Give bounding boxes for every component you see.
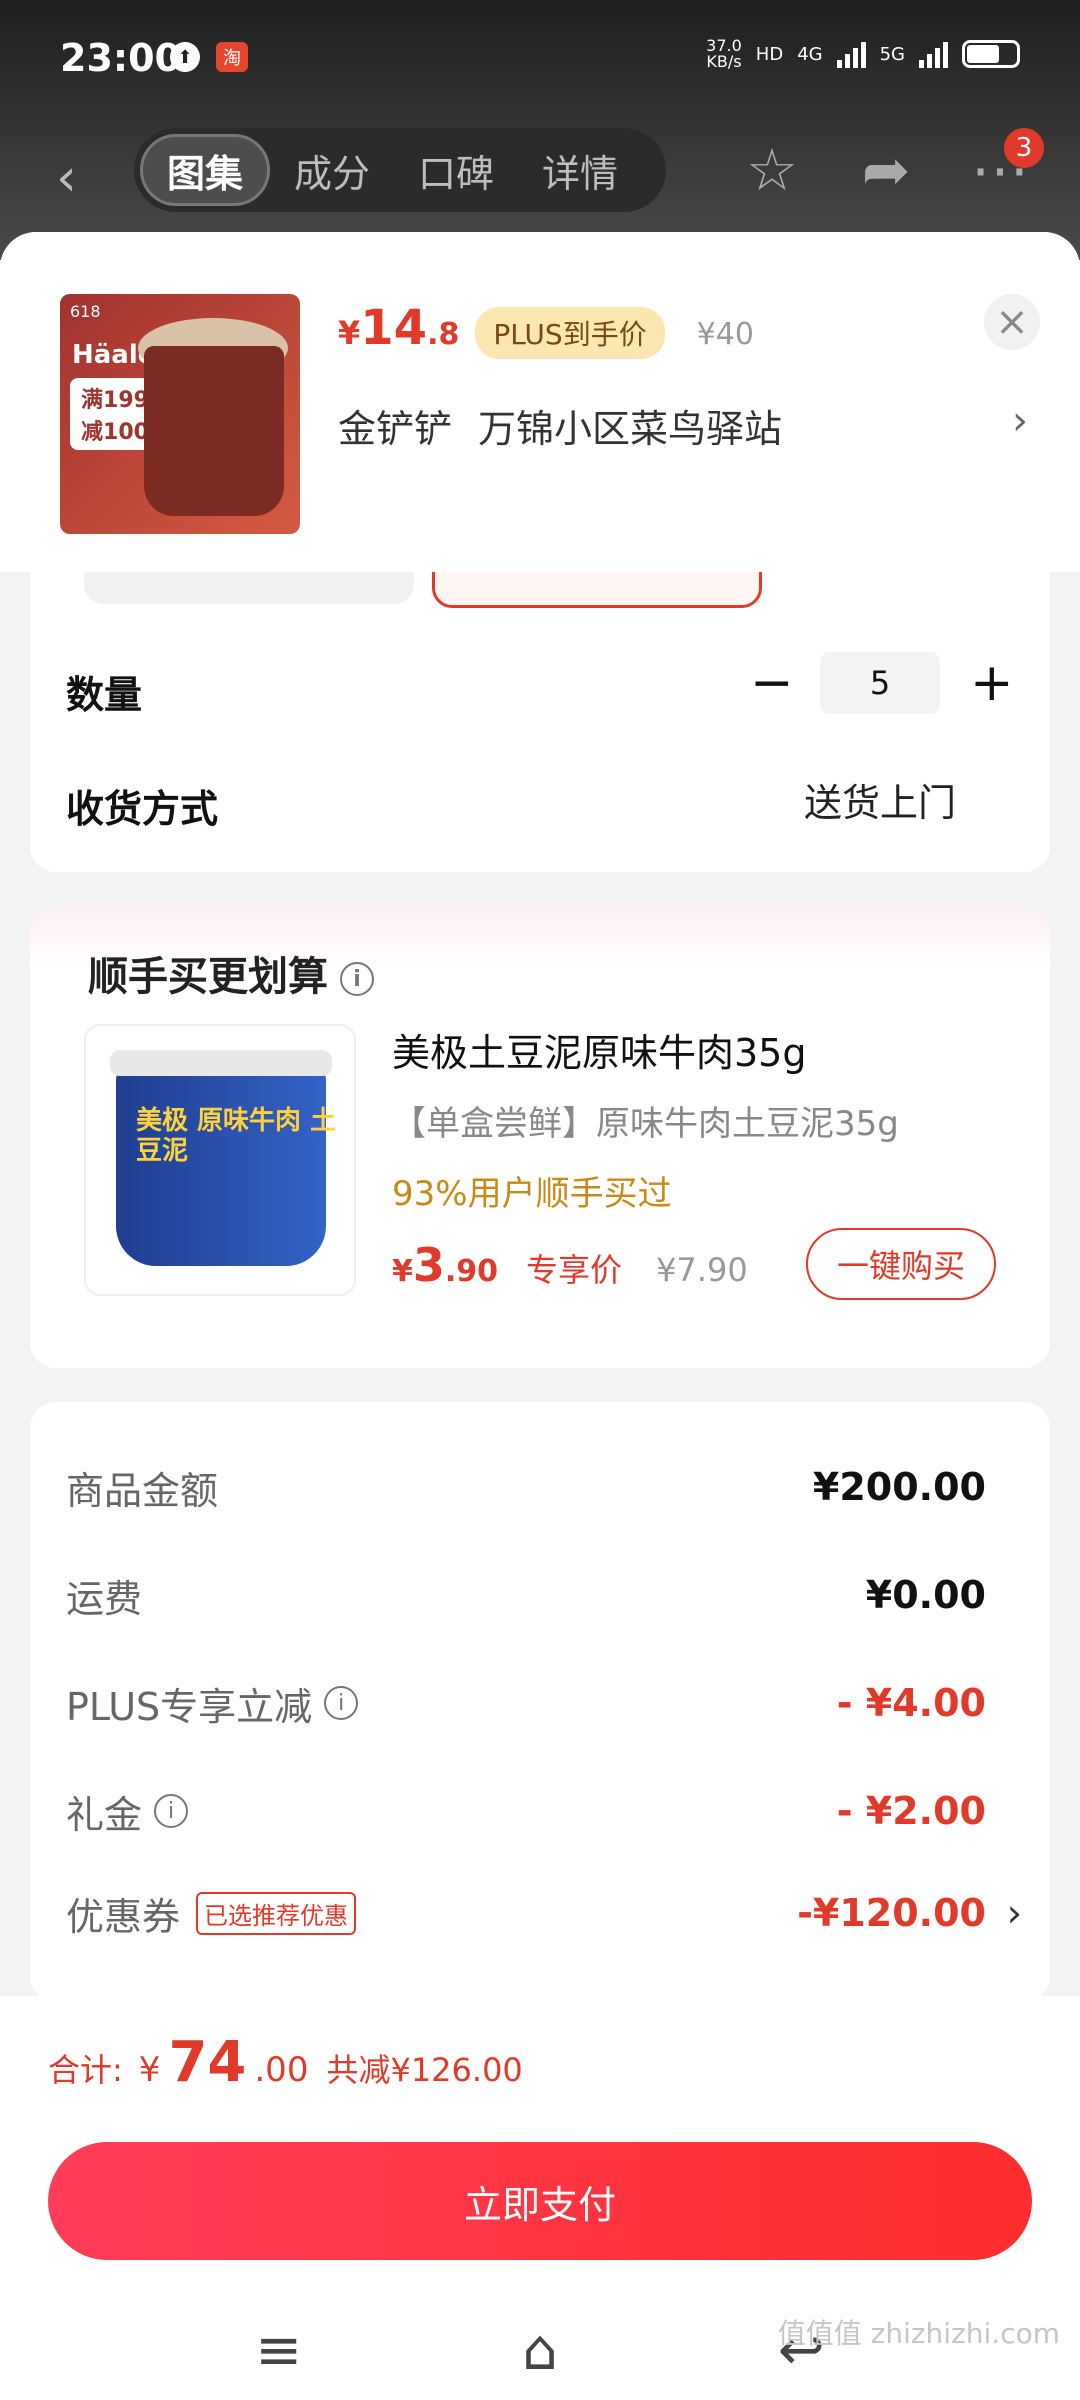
- upload-icon: ⬆: [170, 42, 200, 72]
- hd-icon: HD: [755, 43, 784, 65]
- addon-card: 顺手买更划算 i 美极 原味牛肉 土豆泥 美极土豆泥原味牛肉35g 【单盒尝鲜】原…: [30, 908, 1050, 1368]
- product-cup: [110, 1050, 332, 1266]
- chevron-right-icon[interactable]: ›: [1007, 1891, 1022, 1935]
- total-saved: 共减¥126.00: [326, 2051, 523, 2089]
- addon-rate: 93%用户顺手买过: [392, 1174, 672, 1214]
- coupon-tag: 已选推荐优惠: [196, 1891, 357, 1935]
- menu-icon[interactable]: ≡: [255, 2318, 302, 2383]
- minus-button[interactable]: −: [750, 653, 794, 713]
- system-nav-bar: ≡ ⌂ ↩: [0, 2300, 1080, 2400]
- watermark: 值值值 zhizhizhi.com: [777, 2317, 1060, 2350]
- summary-row-gift: 礼金 i - ¥2.00: [66, 1789, 986, 1837]
- tab-gallery[interactable]: 图集: [140, 134, 271, 206]
- taobao-app-icon: 淘: [216, 42, 248, 72]
- tab-bar: 图集 成分 口碑 详情: [134, 128, 666, 212]
- addon-subtitle: 【单盒尝鲜】原味牛肉土豆泥35g: [392, 1104, 899, 1144]
- plus-price-tag: PLUS到手价: [475, 307, 665, 359]
- quantity-label: 数量: [66, 673, 143, 717]
- product-header: 618 Häalo 满199 减100 ¥14.8 PLUS到手价 ¥40 × …: [0, 232, 1080, 572]
- pay-now-button[interactable]: 立即支付: [48, 2142, 1032, 2260]
- nav-actions: ☆ ➦ ⋯: [740, 136, 1032, 204]
- summary-row-plus: PLUS专享立减 i - ¥4.00: [66, 1681, 986, 1729]
- summary-row-subtotal: 商品金额 ¥200.00: [66, 1465, 986, 1513]
- quantity-stepper: − 5 +: [750, 652, 1014, 714]
- delivery-method[interactable]: 送货上门: [804, 772, 956, 827]
- current-price: ¥14.8: [338, 300, 460, 356]
- quantity-input[interactable]: 5: [820, 652, 940, 714]
- addon-image[interactable]: 美极 原味牛肉 土豆泥: [84, 1024, 356, 1296]
- status-bar: 23:00 ⬆ 淘 37.0 KB/s HD 4G 5G: [0, 0, 1080, 120]
- options-card: 数量 − 5 + 收货方式 送货上门: [30, 572, 1050, 872]
- info-icon[interactable]: i: [154, 1794, 189, 1828]
- order-summary: 商品金额 ¥200.00 运费 ¥0.00 PLUS专享立减 i - ¥4.00 …: [30, 1402, 1050, 2002]
- share-icon[interactable]: ➦: [854, 136, 918, 204]
- chevron-right-icon[interactable]: ›: [1012, 398, 1028, 444]
- total-row: 合计: ¥74.00 共减¥126.00: [48, 2030, 523, 2095]
- tab-reviews[interactable]: 口碑: [394, 134, 518, 206]
- one-click-buy-button[interactable]: 一键购买: [806, 1228, 996, 1300]
- close-icon[interactable]: ×: [984, 294, 1040, 350]
- delivery-address: 万锦小区菜鸟驿站: [478, 407, 783, 451]
- spec-option[interactable]: [84, 572, 414, 604]
- addon-title: 顺手买更划算 i: [88, 944, 374, 1002]
- network-speed: 37.0 KB/s: [706, 36, 742, 71]
- network-4g: 4G: [797, 43, 823, 65]
- home-icon[interactable]: ⌂: [522, 2318, 558, 2383]
- summary-row-coupon[interactable]: 优惠券 已选推荐优惠 -¥120.00 ›: [66, 1878, 1022, 1948]
- signal-icon-2: [919, 40, 948, 68]
- addon-name[interactable]: 美极土豆泥原味牛肉35g: [392, 1022, 806, 1077]
- info-icon[interactable]: i: [324, 1686, 359, 1720]
- battery-icon: [962, 40, 1020, 68]
- event-tag: 618: [70, 302, 101, 321]
- status-time: 23:00: [60, 36, 181, 80]
- info-icon[interactable]: i: [340, 962, 374, 996]
- network-5g: 5G: [879, 43, 905, 65]
- plus-button[interactable]: +: [970, 653, 1014, 713]
- signal-icon: [836, 40, 866, 68]
- nav-row: ‹ 图集 成分 口碑 详情 ☆ ➦ ⋯ 3: [0, 128, 1080, 228]
- tab-details[interactable]: 详情: [518, 134, 642, 206]
- status-left-icons: ⬆ 淘: [170, 42, 248, 72]
- product-thumbnail[interactable]: 618 Häalo 满199 减100: [60, 294, 300, 534]
- addon-price: ¥3.90 专享价 ¥7.90: [392, 1238, 748, 1292]
- spec-option-selected[interactable]: [432, 572, 762, 608]
- back-icon[interactable]: ‹: [56, 148, 96, 208]
- delivery-label: 收货方式: [66, 787, 219, 831]
- summary-row-shipping: 运费 ¥0.00: [66, 1573, 986, 1621]
- status-right: 37.0 KB/s HD 4G 5G: [706, 38, 1020, 70]
- recipient-name: 金铲铲: [338, 407, 453, 451]
- address-row[interactable]: 金铲铲 万锦小区菜鸟驿站: [338, 398, 782, 453]
- star-icon[interactable]: ☆: [740, 136, 804, 204]
- price-row: ¥14.8 PLUS到手价 ¥40: [338, 300, 754, 359]
- ice-cream-cup: [144, 346, 284, 516]
- addon-image-label: 美极 原味牛肉 土豆泥: [136, 1106, 337, 1166]
- original-price: ¥40: [696, 317, 754, 352]
- notification-badge: 3: [1004, 128, 1044, 168]
- tab-ingredients[interactable]: 成分: [270, 134, 394, 206]
